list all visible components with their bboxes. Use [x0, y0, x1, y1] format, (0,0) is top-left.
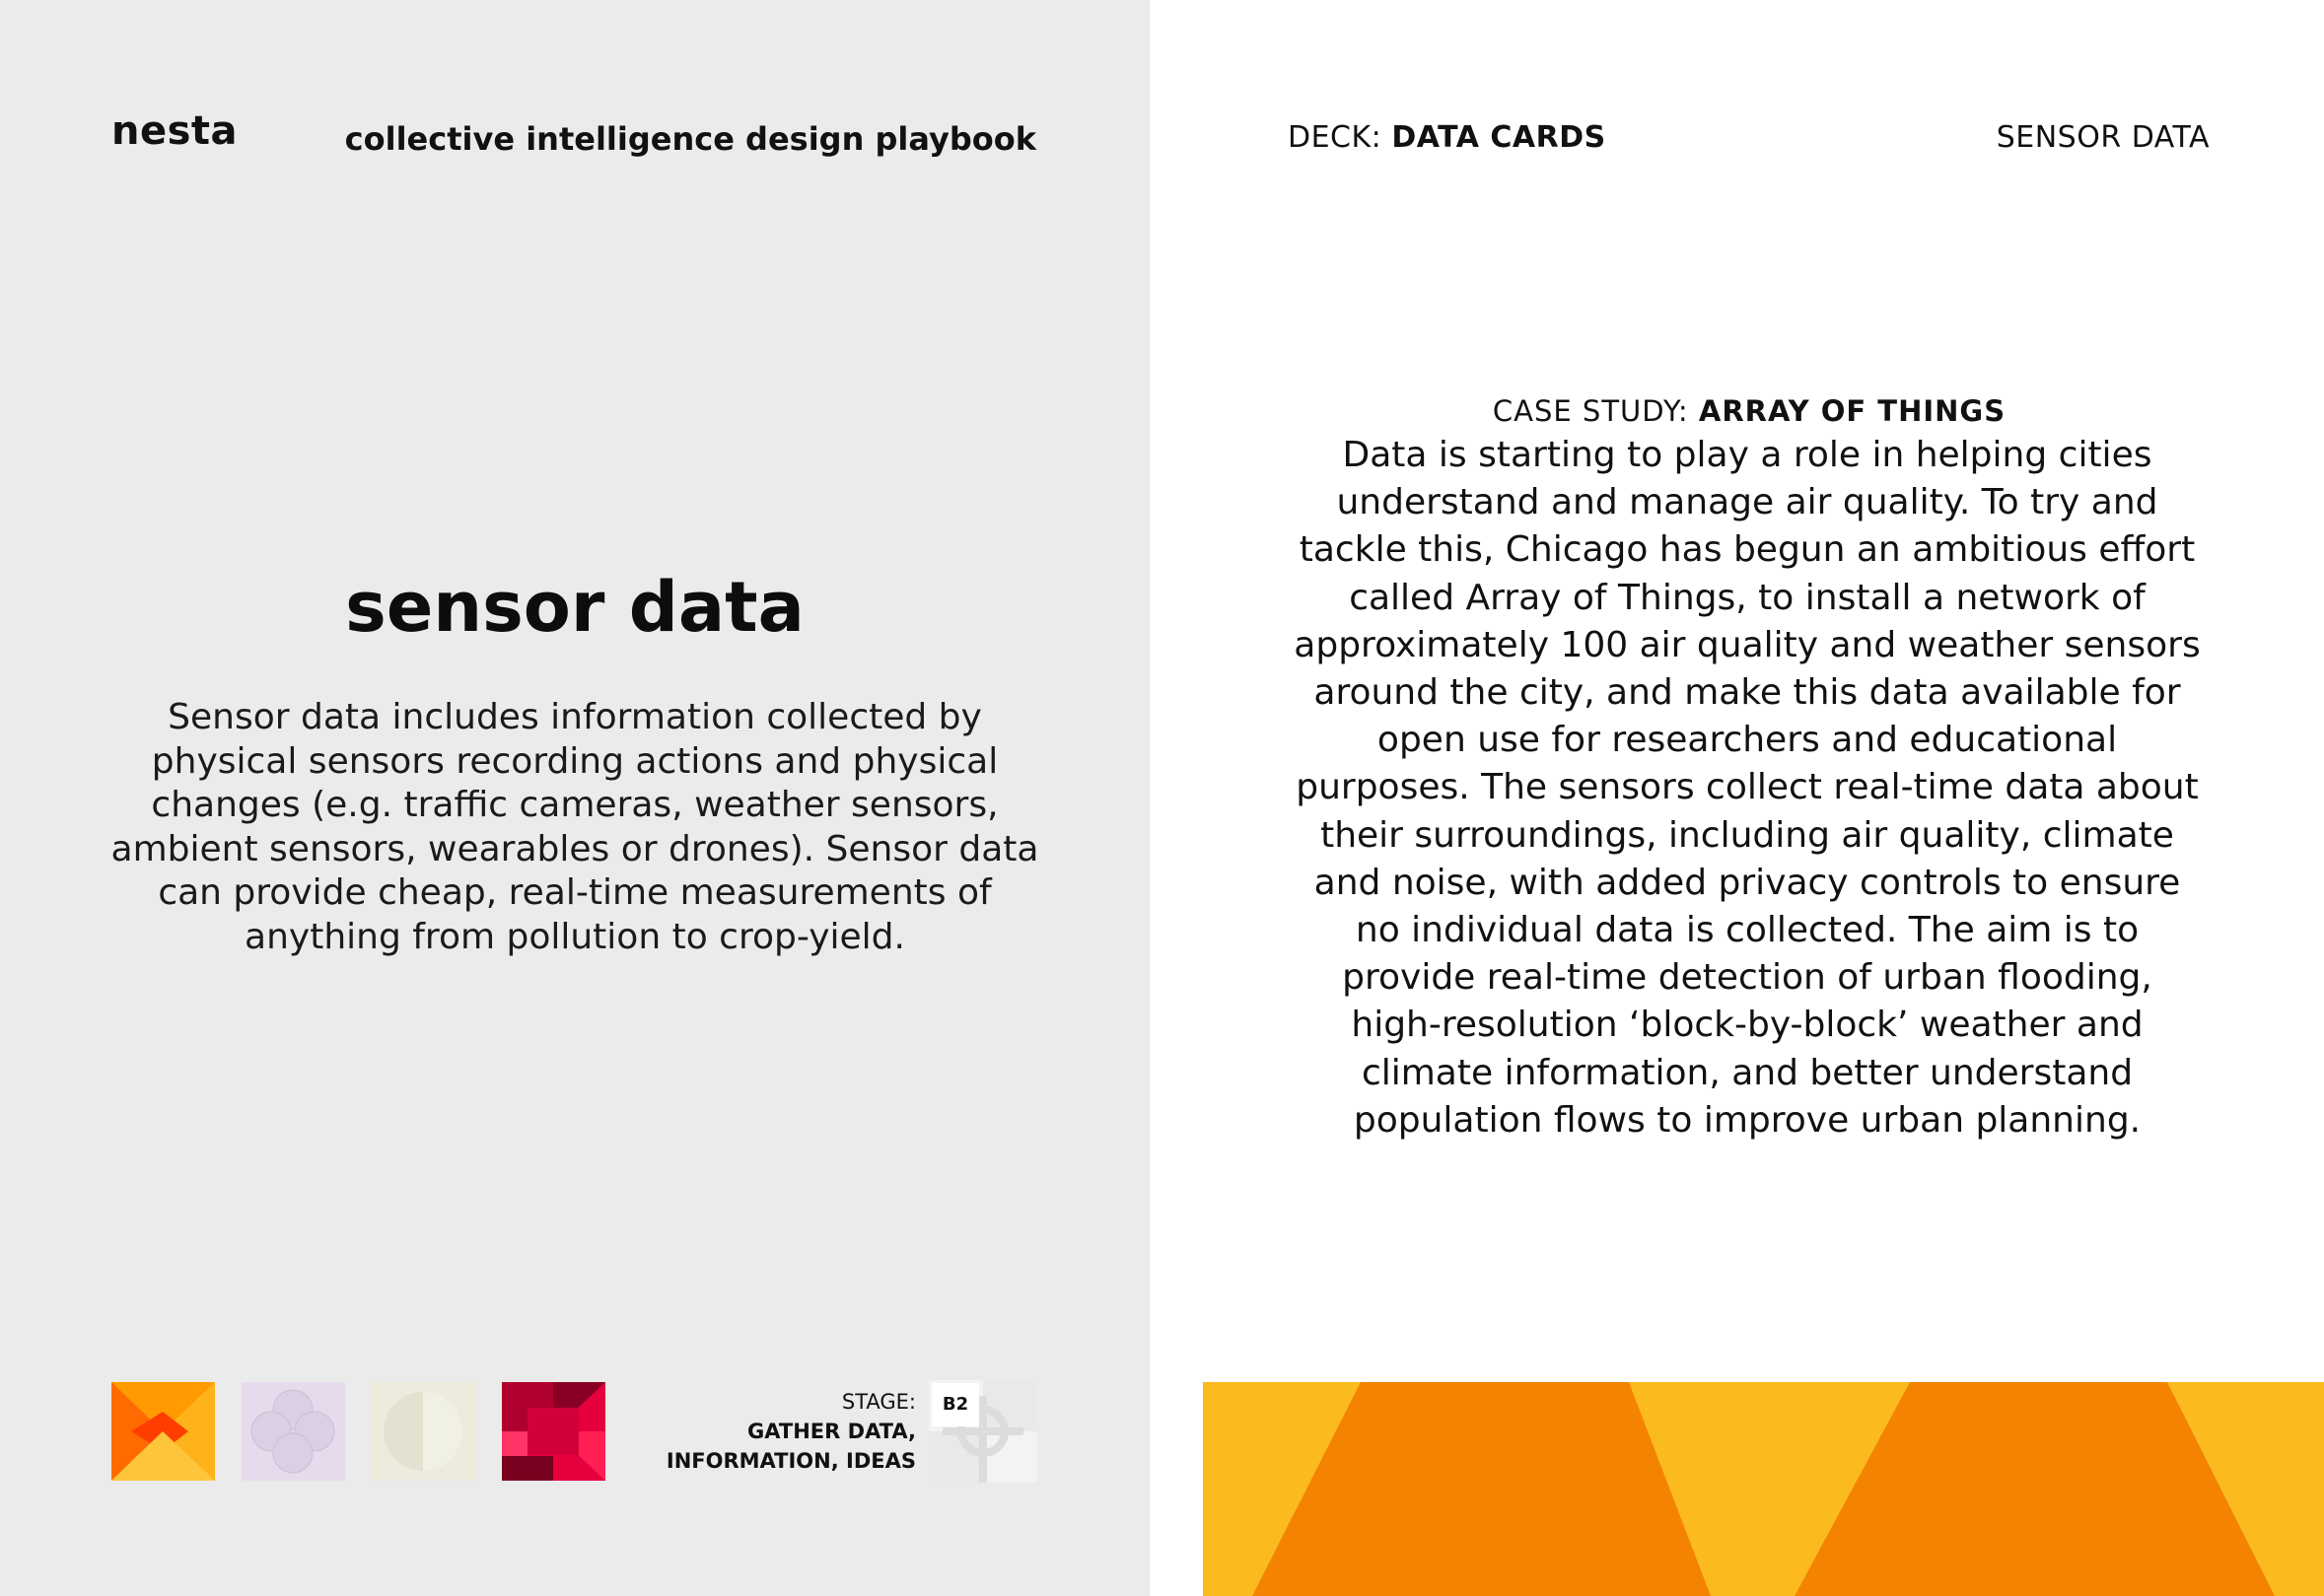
stage-value-line2: INFORMATION, IDEAS [666, 1449, 916, 1473]
stage-info: STAGE: GATHER DATA, INFORMATION, IDEAS [667, 1387, 916, 1476]
lilac-circles-icon [242, 1382, 345, 1481]
stage-label: STAGE: [841, 1390, 916, 1414]
category-icons [111, 1382, 605, 1481]
card-back: DECK: DATA CARDS SENSOR DATA CASE STUDY:… [1150, 0, 2324, 1596]
deck-prefix: DECK: [1288, 120, 1392, 155]
beige-halfcircle-icon [372, 1382, 475, 1481]
case-study-name: ARRAY OF THINGS [1698, 394, 2007, 428]
deck-label: DECK: DATA CARDS [1288, 120, 1606, 155]
card-title: sensor data [345, 567, 805, 648]
red-squares-icon [502, 1382, 605, 1481]
case-study-body: Data is starting to play a role in helpi… [1294, 435, 2201, 1141]
card-description: Sensor data includes information collect… [110, 697, 1039, 957]
deck-name: DATA CARDS [1391, 120, 1606, 155]
case-study-prefix: CASE STUDY: [1492, 394, 1699, 428]
card-front: nesta collective intelligence design pla… [0, 0, 1150, 1596]
stage-code-badge: B2 [932, 1383, 979, 1426]
orange-chevron-icon [111, 1382, 215, 1481]
stage-value-line1: GATHER DATA, [747, 1420, 916, 1443]
case-study-heading: CASE STUDY: ARRAY OF THINGS [1150, 394, 2324, 428]
deck-pattern-banner [1203, 1382, 2324, 1596]
playbook-title: collective intelligence design playbook [344, 120, 1036, 158]
nesta-logo: nesta [111, 108, 239, 154]
card-name: SENSOR DATA [1996, 120, 2210, 155]
